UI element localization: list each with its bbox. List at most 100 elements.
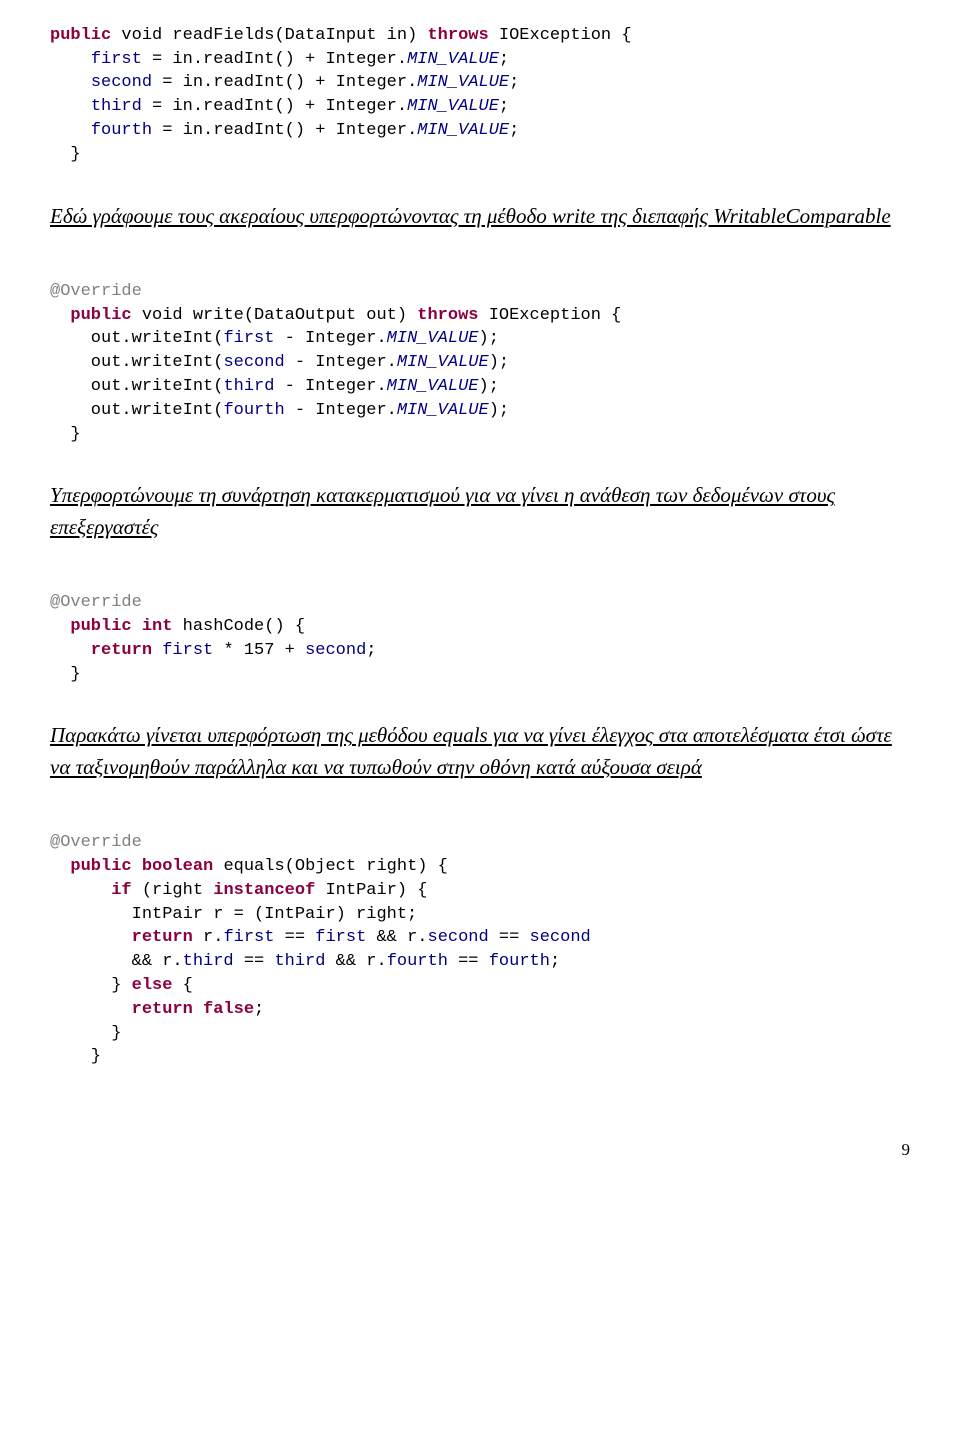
field: third: [183, 952, 234, 971]
code-text: );: [479, 377, 499, 396]
annotation: @Override: [50, 282, 142, 301]
keyword: public: [50, 26, 111, 45]
indent: [50, 121, 91, 140]
field: third: [274, 952, 325, 971]
field: second: [530, 928, 591, 947]
static-field: MIN_VALUE: [397, 353, 489, 372]
static-field: MIN_VALUE: [417, 73, 509, 92]
keyword: else: [132, 976, 173, 995]
code-block-equals: @Override public boolean equals(Object r…: [50, 807, 910, 1069]
code-text: out.writeInt(: [50, 377, 223, 396]
code-text: ;: [254, 1000, 264, 1019]
field: second: [428, 928, 489, 947]
code-text: }: [50, 145, 81, 164]
code-text: && r.: [50, 952, 183, 971]
code-text: [193, 1000, 203, 1019]
code-text: );: [489, 353, 509, 372]
field: fourth: [387, 952, 448, 971]
indent: [50, 50, 91, 69]
code-text: }: [50, 1047, 101, 1066]
field: third: [91, 97, 142, 116]
keyword: boolean: [132, 857, 214, 876]
code-block-hashcode: @Override public int hashCode() { return…: [50, 567, 910, 686]
code-text: ;: [509, 73, 519, 92]
field: second: [223, 353, 284, 372]
static-field: MIN_VALUE: [397, 401, 489, 420]
code-text: IntPair) {: [315, 881, 427, 900]
code-text: ==: [489, 928, 530, 947]
code-text: ;: [499, 50, 509, 69]
code-text: IntPair r = (IntPair) right;: [50, 905, 417, 924]
code-text: - Integer.: [285, 401, 397, 420]
code-text: ;: [509, 121, 519, 140]
code-text: ;: [366, 641, 376, 660]
field: first: [162, 641, 213, 660]
code-text: ;: [499, 97, 509, 116]
code-text: (right: [132, 881, 214, 900]
static-field: MIN_VALUE: [387, 377, 479, 396]
field: second: [305, 641, 366, 660]
keyword: int: [132, 617, 173, 636]
field: third: [223, 377, 274, 396]
code-text: = in.readInt() + Integer.: [152, 73, 417, 92]
code-text: }: [50, 1024, 121, 1043]
code-text: = in.readInt() + Integer.: [152, 121, 417, 140]
static-field: MIN_VALUE: [407, 97, 499, 116]
field: first: [223, 928, 274, 947]
code-text: ==: [448, 952, 489, 971]
code-text: );: [479, 329, 499, 348]
field: first: [315, 928, 366, 947]
static-field: MIN_VALUE: [417, 121, 509, 140]
code-block-readfields: public void readFields(DataInput in) thr…: [50, 0, 910, 167]
keyword: false: [203, 1000, 254, 1019]
code-text: ;: [550, 952, 560, 971]
keyword: throws: [417, 306, 478, 325]
code-text: }: [50, 976, 132, 995]
code-text: - Integer.: [274, 377, 386, 396]
page-number: 9: [50, 1139, 910, 1161]
annotation: @Override: [50, 593, 142, 612]
heading-write: Εδώ γράφουμε τους ακεραίους υπερφορτώνον…: [50, 201, 910, 233]
static-field: MIN_VALUE: [387, 329, 479, 348]
code-text: - Integer.: [285, 353, 397, 372]
keyword: if: [50, 881, 132, 900]
code-text: IOException {: [479, 306, 622, 325]
code-text: out.writeInt(: [50, 401, 223, 420]
code-text: void: [132, 306, 183, 325]
code-text: out.writeInt(: [50, 353, 223, 372]
code-text: {: [172, 976, 192, 995]
field: first: [223, 329, 274, 348]
keyword: public: [50, 306, 132, 325]
annotation: @Override: [50, 833, 142, 852]
keyword: return: [50, 928, 193, 947]
indent: [50, 73, 91, 92]
keyword: throws: [427, 26, 488, 45]
keyword: return: [50, 641, 152, 660]
code-text: && r.: [325, 952, 386, 971]
code-text: IOException {: [489, 26, 632, 45]
code-text: readFields(DataInput in): [162, 26, 427, 45]
field: fourth: [91, 121, 152, 140]
indent: [50, 97, 91, 116]
keyword: instanceof: [213, 881, 315, 900]
code-text: }: [50, 425, 81, 444]
heading-equals: Παρακάτω γίνεται υπερφόρτωση της μεθόδου…: [50, 720, 910, 783]
code-text: [152, 641, 162, 660]
heading-hashcode: Υπερφορτώνουμε τη συνάρτηση κατακερματισ…: [50, 480, 910, 543]
field: first: [91, 50, 142, 69]
code-text: write(DataOutput out): [183, 306, 418, 325]
code-text: );: [489, 401, 509, 420]
code-text: void: [111, 26, 162, 45]
code-text: = in.readInt() + Integer.: [142, 97, 407, 116]
field: fourth: [223, 401, 284, 420]
code-text: = in.readInt() + Integer.: [142, 50, 407, 69]
keyword: public: [50, 617, 132, 636]
code-text: && r.: [366, 928, 427, 947]
code-text: equals(Object right) {: [213, 857, 448, 876]
code-block-write: @Override public void write(DataOutput o…: [50, 256, 910, 446]
code-text: ==: [234, 952, 275, 971]
field: fourth: [489, 952, 550, 971]
code-text: - Integer.: [274, 329, 386, 348]
code-text: ==: [274, 928, 315, 947]
field: second: [91, 73, 152, 92]
